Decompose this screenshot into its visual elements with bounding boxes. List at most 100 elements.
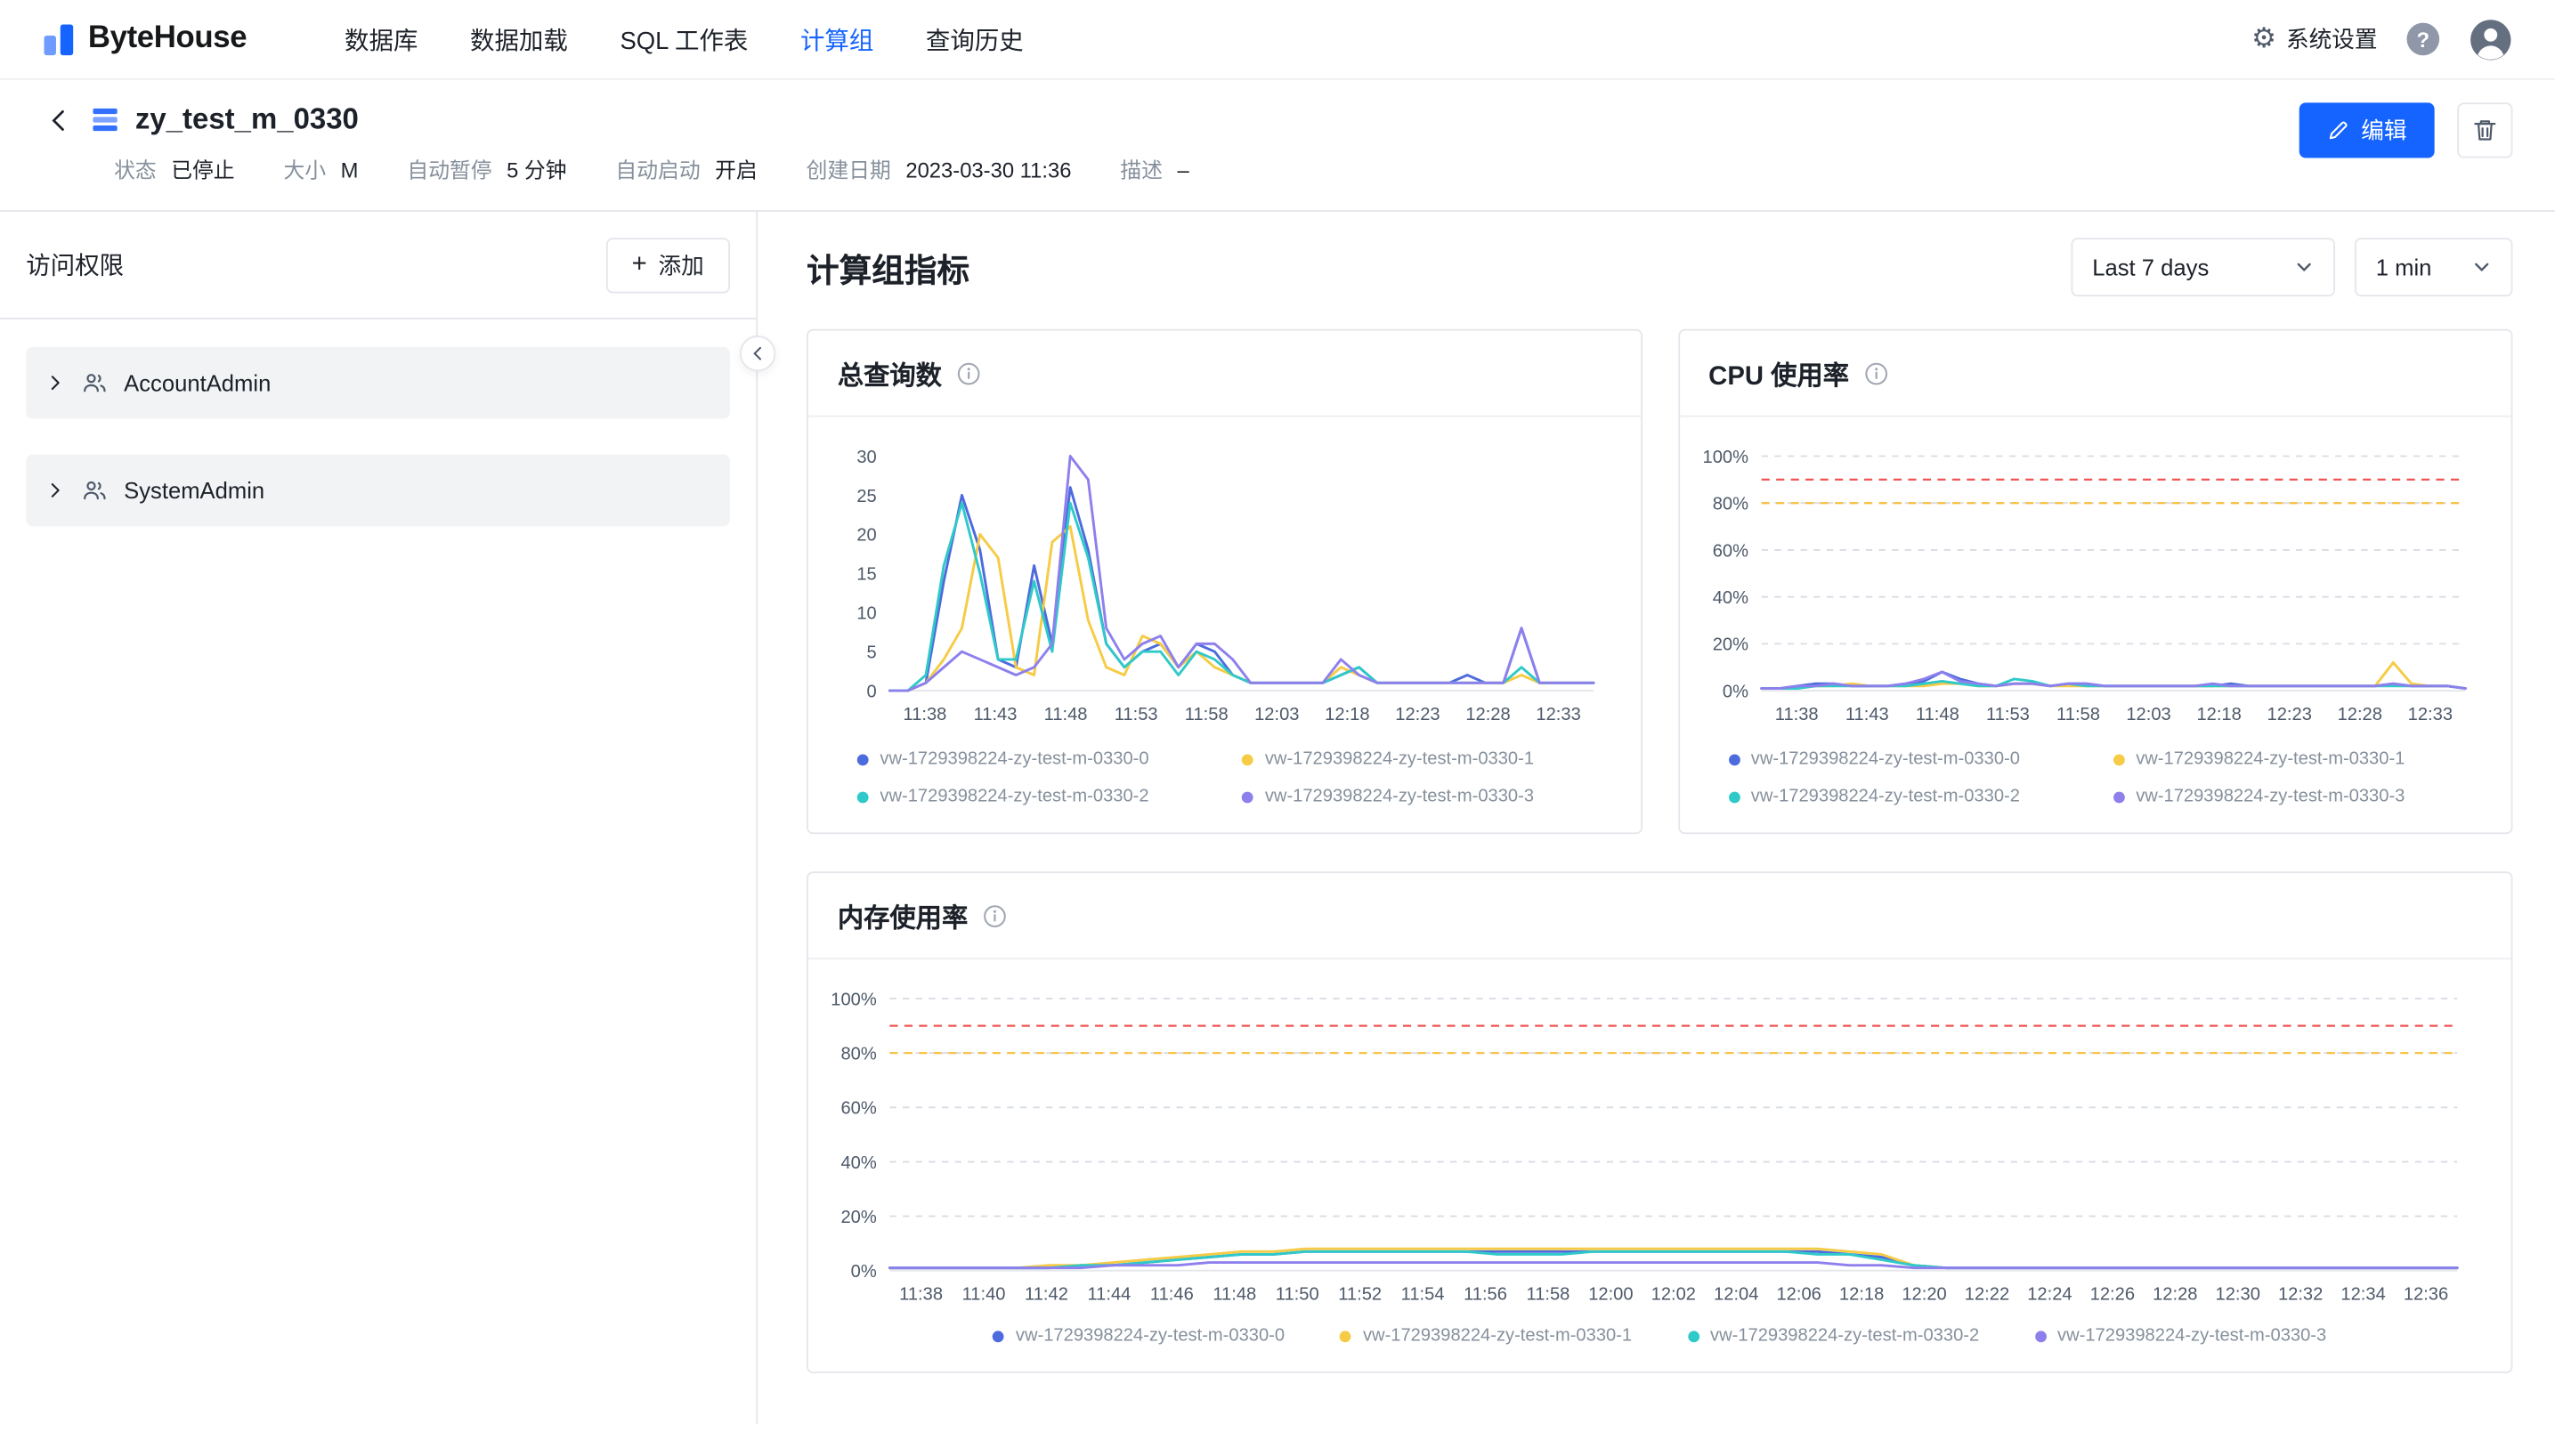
svg-text:12:28: 12:28 <box>1465 705 1510 724</box>
svg-text:12:28: 12:28 <box>2337 705 2381 724</box>
svg-text:12:34: 12:34 <box>2340 1285 2385 1305</box>
meta-auto-suspend: 自动暂停5 分钟 <box>407 153 566 184</box>
legend-label: vw-1729398224-zy-test-m-0330-0 <box>1016 1326 1285 1346</box>
nav-item-compute-groups[interactable]: 计算组 <box>800 22 873 56</box>
legend-item[interactable]: vw-1729398224-zy-test-m-0330-1 <box>1340 1326 1632 1346</box>
legend-item[interactable]: vw-1729398224-zy-test-m-0330-3 <box>2113 787 2498 806</box>
legend-dot-icon <box>857 754 869 765</box>
legend-dot-icon <box>1340 1331 1351 1342</box>
svg-text:12:28: 12:28 <box>2153 1285 2197 1305</box>
edit-button[interactable]: 编辑 <box>2300 102 2435 158</box>
svg-text:12:22: 12:22 <box>1965 1285 2009 1305</box>
permission-item-systemadmin[interactable]: SystemAdmin <box>26 455 730 527</box>
content: 访问权限 + 添加 AccountAdmin SystemAdmin <box>0 212 2555 1424</box>
add-button-label: 添加 <box>658 248 703 281</box>
svg-text:12:36: 12:36 <box>2404 1285 2448 1305</box>
edit-button-label: 编辑 <box>2361 114 2406 147</box>
back-button[interactable] <box>43 103 76 136</box>
queries-chart: 05101520253011:3811:4311:4811:5311:5812:… <box>822 437 1620 733</box>
page-title: zy_test_m_0330 <box>135 102 359 136</box>
legend-label: vw-1729398224-zy-test-m-0330-3 <box>1265 787 1534 806</box>
svg-text:12:33: 12:33 <box>1536 705 1580 724</box>
chevron-down-icon <box>2472 257 2492 277</box>
nav-item-sql-worksheet[interactable]: SQL 工作表 <box>620 22 748 56</box>
svg-text:12:03: 12:03 <box>1254 705 1299 724</box>
svg-text:11:44: 11:44 <box>1087 1285 1131 1305</box>
permission-item-accountadmin[interactable]: AccountAdmin <box>26 347 730 419</box>
legend-item[interactable]: vw-1729398224-zy-test-m-0330-3 <box>2034 1326 2326 1346</box>
svg-text:15: 15 <box>856 565 876 585</box>
nav-item-data-loading[interactable]: 数据加载 <box>470 22 568 56</box>
system-settings-label: 系统设置 <box>2286 23 2378 56</box>
svg-text:12:06: 12:06 <box>1777 1285 1821 1305</box>
legend-item[interactable]: vw-1729398224-zy-test-m-0330-1 <box>2113 749 2498 769</box>
svg-text:20: 20 <box>856 526 876 546</box>
svg-text:20%: 20% <box>840 1208 876 1227</box>
cpu-usage-chart: 0%20%40%60%80%100%11:3811:4311:4811:5311… <box>1692 437 2491 733</box>
svg-text:12:00: 12:00 <box>1588 1285 1633 1305</box>
chevron-down-icon <box>2294 257 2314 277</box>
svg-text:0%: 0% <box>851 1262 877 1282</box>
queries-chart-legend: vw-1729398224-zy-test-m-0330-0 vw-1729398… <box>808 733 1640 833</box>
memory-chart-title: 内存使用率 <box>838 896 968 935</box>
legend-item[interactable]: vw-1729398224-zy-test-m-0330-0 <box>1728 749 2113 769</box>
brand[interactable]: ByteHouse <box>43 21 247 57</box>
top-nav: ByteHouse 数据库 数据加载 SQL 工作表 计算组 查询历史 ⚙ 系统… <box>0 0 2555 80</box>
time-range-value: Last 7 days <box>2092 255 2209 280</box>
gear-icon: ⚙ <box>2251 25 2276 53</box>
svg-text:100%: 100% <box>831 990 877 1009</box>
main-nav: 数据库 数据加载 SQL 工作表 计算组 查询历史 <box>345 22 1024 56</box>
svg-text:100%: 100% <box>1702 448 1748 467</box>
svg-text:11:38: 11:38 <box>1774 705 1818 724</box>
svg-text:12:18: 12:18 <box>1325 705 1369 724</box>
legend-item[interactable]: vw-1729398224-zy-test-m-0330-3 <box>1242 787 1626 806</box>
system-settings-button[interactable]: ⚙ 系统设置 <box>2251 23 2377 56</box>
legend-item[interactable]: vw-1729398224-zy-test-m-0330-2 <box>1728 787 2113 806</box>
collapse-sidebar-button[interactable] <box>740 336 775 371</box>
add-permission-button[interactable]: + 添加 <box>605 237 730 292</box>
nav-item-query-history[interactable]: 查询历史 <box>926 22 1024 56</box>
compute-group-icon <box>92 106 119 133</box>
legend-item[interactable]: vw-1729398224-zy-test-m-0330-0 <box>857 749 1242 769</box>
nav-right: ⚙ 系统设置 ? <box>2251 17 2512 61</box>
nav-item-databases[interactable]: 数据库 <box>345 22 418 56</box>
legend-label: vw-1729398224-zy-test-m-0330-2 <box>1710 1326 1979 1346</box>
svg-text:12:02: 12:02 <box>1651 1285 1696 1305</box>
legend-item[interactable]: vw-1729398224-zy-test-m-0330-1 <box>1242 749 1626 769</box>
legend-item[interactable]: vw-1729398224-zy-test-m-0330-0 <box>993 1326 1285 1346</box>
legend-label: vw-1729398224-zy-test-m-0330-1 <box>2136 749 2405 769</box>
time-range-select[interactable]: Last 7 days <box>2071 238 2335 296</box>
permissions-title: 访问权限 <box>26 247 124 281</box>
legend-label: vw-1729398224-zy-test-m-0330-0 <box>1751 749 2020 769</box>
legend-dot-icon <box>1728 754 1740 765</box>
legend-item[interactable]: vw-1729398224-zy-test-m-0330-2 <box>857 787 1242 806</box>
meta-status: 状态已停止 <box>114 153 235 184</box>
svg-text:11:58: 11:58 <box>1185 705 1229 724</box>
help-button[interactable]: ? <box>2407 23 2440 56</box>
legend-label: vw-1729398224-zy-test-m-0330-3 <box>2057 1326 2326 1346</box>
legend-item[interactable]: vw-1729398224-zy-test-m-0330-2 <box>1687 1326 1979 1346</box>
svg-text:5: 5 <box>867 643 877 662</box>
svg-text:11:53: 11:53 <box>1115 705 1158 724</box>
legend-label: vw-1729398224-zy-test-m-0330-2 <box>880 787 1148 806</box>
svg-text:12:20: 12:20 <box>1902 1285 1946 1305</box>
delete-button[interactable] <box>2457 102 2512 158</box>
legend-label: vw-1729398224-zy-test-m-0330-0 <box>880 749 1148 769</box>
svg-text:11:48: 11:48 <box>1915 705 1959 724</box>
svg-text:12:33: 12:33 <box>2407 705 2452 724</box>
meta-created-date: 创建日期2023-03-30 11:36 <box>807 153 1072 184</box>
interval-select[interactable]: 1 min <box>2355 238 2513 296</box>
svg-text:12:32: 12:32 <box>2278 1285 2323 1305</box>
svg-text:11:40: 11:40 <box>962 1285 1006 1305</box>
metrics-title: 计算组指标 <box>807 244 969 291</box>
legend-label: vw-1729398224-zy-test-m-0330-3 <box>2136 787 2405 806</box>
avatar[interactable] <box>2469 17 2512 61</box>
cpu-chart-card: CPU 使用率 0%20%40%60%80%100%11:3811:4311:4… <box>1677 329 2512 834</box>
memory-chart-card: 内存使用率 0%20%40%60%80%100%11:3811:4011:421… <box>807 871 2512 1373</box>
queries-chart-card: 总查询数 05101520253011:3811:4311:4811:5311:… <box>807 329 1642 834</box>
info-icon <box>956 360 980 384</box>
chevron-right-icon <box>45 481 65 500</box>
svg-text:11:52: 11:52 <box>1338 1285 1382 1305</box>
cpu-chart-legend: vw-1729398224-zy-test-m-0330-0 vw-1729398… <box>1679 733 2510 833</box>
legend-dot-icon <box>993 1331 1004 1342</box>
